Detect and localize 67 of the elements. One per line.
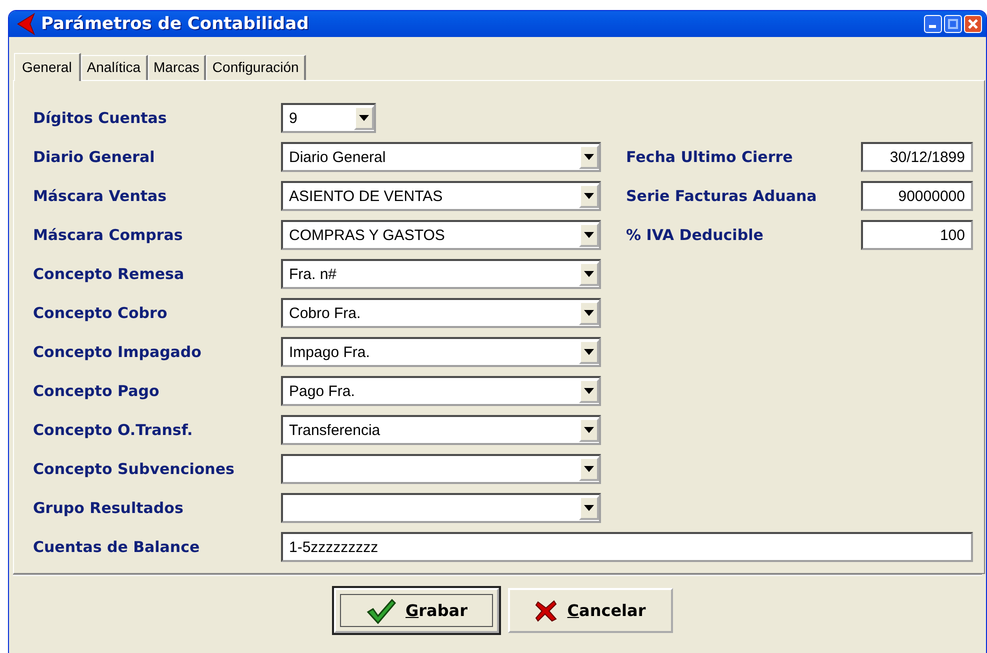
arrow-icon [17, 13, 35, 35]
tab[interactable]: Configuración [206, 55, 306, 80]
dropdown-button[interactable] [579, 184, 599, 208]
caret-icon [584, 154, 594, 160]
tab[interactable]: General [14, 53, 81, 81]
field-label: Máscara Compras [33, 226, 184, 244]
dropdown-button[interactable] [579, 145, 599, 169]
caret-icon [584, 466, 594, 472]
tab[interactable]: Analítica [80, 55, 148, 80]
field-label: Concepto Impagado [33, 343, 202, 361]
window-title: Parámetros de Contabilidad [41, 14, 310, 34]
combo-box[interactable]: 9 [281, 103, 376, 133]
combo-box[interactable]: Pago Fra. [281, 376, 601, 406]
text-field[interactable]: 90000000 [861, 181, 973, 211]
combo-box[interactable]: ASIENTO DE VENTAS [281, 181, 601, 211]
caret-icon [584, 232, 594, 238]
field-label: % IVA Deducible [626, 226, 764, 244]
field-label: Cuentas de Balance [33, 538, 201, 556]
caret-icon [359, 115, 369, 121]
cross-icon [535, 600, 558, 622]
field-label: Concepto Cobro [33, 304, 168, 322]
dropdown-button[interactable] [579, 340, 599, 364]
minimize-button[interactable] [924, 15, 942, 33]
caret-icon [584, 427, 594, 433]
combo-box[interactable] [281, 493, 601, 523]
field-label: Dígitos Cuentas [33, 109, 168, 127]
close-icon [968, 19, 978, 29]
cancel-button[interactable]: Cancelar [508, 588, 673, 633]
caret-icon [584, 505, 594, 511]
combo-box[interactable]: Fra. n# [281, 259, 601, 289]
caret-icon [584, 310, 594, 316]
save-button[interactable]: Grabar [334, 588, 499, 633]
dropdown-button[interactable] [579, 301, 599, 325]
combo-box[interactable]: Diario General [281, 142, 601, 172]
field-label: Concepto Subvenciones [33, 460, 236, 478]
text-field[interactable]: 100 [861, 220, 973, 250]
combo-box[interactable]: COMPRAS Y GASTOS [281, 220, 601, 250]
field-label: Concepto Remesa [33, 265, 186, 283]
caret-icon [584, 193, 594, 199]
dropdown-button[interactable] [579, 379, 599, 403]
tab[interactable]: Marcas [148, 55, 206, 80]
field-label: Serie Facturas Aduana [626, 187, 818, 205]
text-field[interactable]: 30/12/1899 [861, 142, 973, 172]
field-label: Fecha Ultimo Cierre [626, 148, 794, 166]
combo-box[interactable]: Impago Fra. [281, 337, 601, 367]
field-label: Máscara Ventas [33, 187, 168, 205]
dropdown-button[interactable] [354, 106, 374, 130]
dropdown-button[interactable] [579, 262, 599, 286]
dropdown-button[interactable] [579, 496, 599, 520]
dropdown-button[interactable] [579, 457, 599, 481]
maximize-button[interactable] [944, 15, 962, 33]
field-label: Diario General [33, 148, 156, 166]
dropdown-button[interactable] [579, 418, 599, 442]
close-button[interactable] [964, 15, 982, 33]
combo-box[interactable]: Transferencia [281, 415, 601, 445]
combo-box[interactable]: Cobro Fra. [281, 298, 601, 328]
text-field[interactable]: 1-5zzzzzzzzz [281, 532, 973, 562]
dropdown-button[interactable] [579, 223, 599, 247]
checkmark-icon [366, 598, 396, 624]
caret-icon [584, 271, 594, 277]
combo-box[interactable] [281, 454, 601, 484]
maximize-icon [948, 19, 958, 29]
field-label: Concepto O.Transf. [33, 421, 194, 439]
field-label: Grupo Resultados [33, 499, 184, 517]
caret-icon [584, 349, 594, 355]
field-label: Concepto Pago [33, 382, 160, 400]
caret-icon [584, 388, 594, 394]
